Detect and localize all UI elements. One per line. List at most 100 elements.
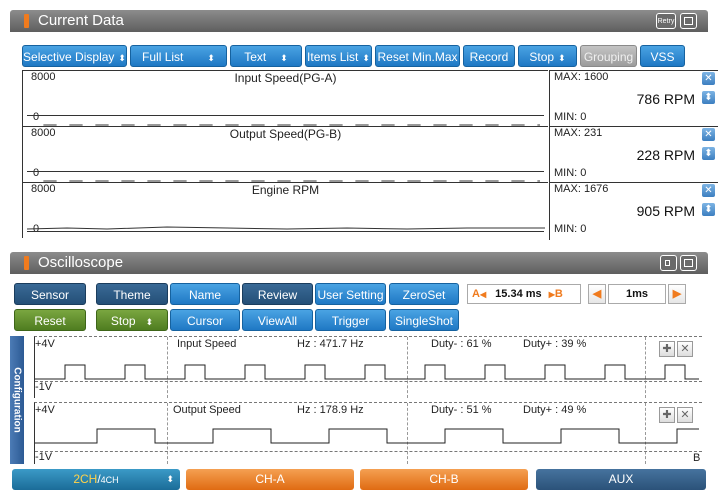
tab-ch-a[interactable]: CH-A (186, 469, 354, 490)
sort-icon: ⬍ (166, 474, 174, 484)
channel-waveform (35, 364, 699, 380)
current-data-graphs: 8000 Input Speed(PG-A) 0 MAX: 1600 786 R… (22, 70, 718, 242)
cursor-b-label: B (554, 288, 563, 300)
sort-icon: ⬍ (145, 317, 154, 327)
graph-ymin: 0 (33, 111, 40, 123)
singleshot-button[interactable]: SingleShot (389, 309, 459, 331)
current-data-header: Current Data Retry (10, 10, 708, 32)
sensor-button[interactable]: Sensor (14, 283, 86, 305)
channel-waveform (35, 428, 699, 444)
graph-engine-rpm: 8000 Engine RPM 0 (22, 182, 548, 238)
graph-output-speed: 8000 Output Speed(PG-B) 0 (22, 126, 548, 182)
channel-mode-dropdown[interactable]: 2CH/4CH ⬍ (12, 469, 180, 490)
close-icon[interactable]: ✕ (702, 184, 715, 197)
cursor-time-value: 15.34 ms (495, 288, 542, 300)
channel-plus-label: +4V (35, 338, 55, 350)
sort-icon: ⬍ (362, 53, 370, 63)
channel-duty-plus: Duty+ : 49 % (523, 404, 587, 416)
section-marker (24, 256, 29, 270)
graph-trace (27, 226, 545, 230)
channel-duty-minus: Duty- : 61 % (431, 338, 492, 350)
channel-mode-active: 2CH (73, 472, 98, 486)
close-icon[interactable]: ✕ (677, 341, 693, 357)
reset-min-max-button[interactable]: Reset Min.Max (375, 45, 460, 67)
timebase-value: 1ms (608, 284, 666, 304)
record-button[interactable]: Record (463, 45, 515, 67)
oscilloscope-title: Oscilloscope (38, 254, 124, 271)
scope-stop-dropdown[interactable]: Stop ⬍ (96, 309, 168, 331)
window-icon[interactable] (680, 13, 697, 29)
cursor-a-label: A (472, 288, 480, 300)
grouping-button[interactable]: Grouping (580, 45, 637, 67)
sort-icon[interactable]: ⬍ (702, 203, 715, 216)
vss-button[interactable]: VSS (640, 45, 685, 67)
close-icon[interactable]: ✕ (702, 128, 715, 141)
channel-plus-label: +4V (35, 404, 55, 416)
viewall-button[interactable]: ViewAll (242, 309, 313, 331)
channel-hz: Hz : 178.9 Hz (297, 404, 364, 416)
sort-icon: ⬍ (280, 53, 288, 63)
text-dropdown[interactable]: Text ⬍ (230, 45, 302, 67)
scope-channel-output-speed: +4V Output Speed Hz : 178.9 Hz Duty- : 5… (34, 402, 702, 464)
window-icon[interactable] (680, 255, 697, 271)
cursor-time-display: A◀ 15.34 ms ▶B (467, 284, 581, 304)
tab-aux[interactable]: AUX (536, 469, 706, 490)
channel-minus-label: -1V (35, 381, 53, 393)
items-list-dropdown[interactable]: Items List ⬍ (305, 45, 372, 67)
current-value: 786 RPM (636, 91, 695, 107)
configuration-label: Configuration (11, 367, 23, 433)
review-button[interactable]: Review (242, 283, 313, 305)
graph-axis (27, 231, 544, 232)
tab-ch-b[interactable]: CH-B (360, 469, 528, 490)
current-data-title: Current Data (38, 12, 124, 29)
stop-dropdown[interactable]: Stop ⬍ (518, 45, 577, 67)
value-input-speed: MAX: 1600 786 RPM MIN: 0 ✕ ⬍ (549, 70, 718, 126)
plus-icon[interactable]: ✚ (659, 407, 675, 423)
channel-mode-other: 4CH (100, 475, 119, 485)
arrow-left-icon[interactable]: ◀ (588, 284, 606, 304)
min-label: MIN: 0 (554, 111, 587, 123)
retry-label: Retry (657, 18, 675, 25)
reset-button[interactable]: Reset (14, 309, 86, 331)
min-label: MIN: 0 (554, 167, 587, 179)
full-list-dropdown[interactable]: Full List ⬍ (130, 45, 227, 67)
configuration-tab[interactable]: Configuration (10, 336, 24, 464)
retry-icon[interactable]: Retry (656, 13, 676, 29)
graph-title: Engine RPM (251, 183, 320, 197)
oscilloscope-header: Oscilloscope (10, 252, 708, 274)
plus-icon[interactable]: ✚ (659, 341, 675, 357)
value-engine-rpm: MAX: 1676 905 RPM MIN: 0 ✕ ⬍ (549, 182, 718, 240)
graph-input-speed: 8000 Input Speed(PG-A) 0 (22, 70, 548, 126)
max-label: MAX: 1600 (554, 71, 609, 83)
oscilloscope-display: Configuration +4V Input Speed Hz : 471.7… (10, 336, 708, 464)
sort-icon[interactable]: ⬍ (702, 91, 715, 104)
channel-duty-plus: Duty+ : 39 % (523, 338, 587, 350)
scan-tool-screen: Current Data Retry Selective Display ⬍ Fu… (0, 0, 718, 503)
name-button[interactable]: Name (170, 283, 240, 305)
selective-display-dropdown[interactable]: Selective Display ⬍ (22, 45, 127, 67)
theme-button[interactable]: Theme (96, 283, 168, 305)
graph-ymin: 0 (33, 167, 40, 179)
sort-icon[interactable]: ⬍ (702, 147, 715, 160)
sort-icon: ⬍ (207, 53, 215, 63)
sort-icon: ⬍ (558, 53, 566, 63)
channel-duty-minus: Duty- : 51 % (431, 404, 492, 416)
channel-minus-label: -1V (35, 451, 53, 463)
channel-hz: Hz : 471.7 Hz (297, 338, 364, 350)
arrow-right-icon[interactable]: ▶ (668, 284, 686, 304)
close-icon[interactable]: ✕ (677, 407, 693, 423)
channel-name: Input Speed (177, 338, 237, 350)
maximize-icon[interactable] (660, 255, 677, 271)
trigger-button[interactable]: Trigger (315, 309, 386, 331)
min-label: MIN: 0 (554, 223, 587, 235)
zeroset-button[interactable]: ZeroSet (389, 283, 459, 305)
channel-marker: B (693, 452, 701, 464)
scope-channel-input-speed: +4V Input Speed Hz : 471.7 Hz Duty- : 61… (34, 336, 702, 398)
close-icon[interactable]: ✕ (702, 72, 715, 85)
user-setting-button[interactable]: User Setting (315, 283, 386, 305)
sort-icon: ⬍ (118, 53, 126, 63)
max-label: MAX: 1676 (554, 183, 609, 195)
value-output-speed: MAX: 231 228 RPM MIN: 0 ✕ ⬍ (549, 126, 718, 182)
cursor-button[interactable]: Cursor (170, 309, 240, 331)
section-marker (24, 14, 29, 28)
